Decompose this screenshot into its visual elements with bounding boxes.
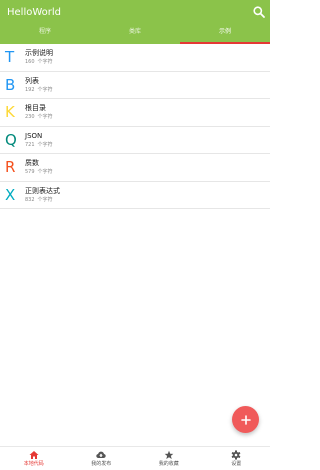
item-letter-avatar: X [5, 185, 16, 204]
tab-libraries[interactable]: 类库 [90, 24, 180, 44]
cloud-upload-icon [96, 451, 106, 458]
plus-icon [240, 414, 251, 425]
nav-label: 我的发布 [91, 461, 112, 467]
nav-label: 设置 [231, 461, 242, 467]
star-icon [164, 450, 174, 459]
item-title: 根目录 [25, 104, 46, 112]
item-title: 质数 [25, 159, 39, 167]
list-item[interactable]: R 质数 579 个字符 [0, 154, 270, 182]
list-item[interactable]: T 示例说明 160 个字符 [0, 44, 270, 72]
item-char-count: 160 个字符 [25, 59, 53, 65]
tab-bar: 程序 类库 示例 [0, 24, 270, 44]
item-title: 列表 [25, 76, 39, 85]
item-title: 正则表达式 [25, 186, 60, 195]
item-letter-avatar: B [5, 75, 16, 94]
item-title: 示例说明 [25, 49, 53, 57]
example-list: T 示例说明 160 个字符 B 列表 192 个字符 K 根目录 230 个字符 Q… [0, 44, 270, 209]
search-button[interactable] [252, 5, 266, 19]
item-char-count: 832 个字符 [25, 196, 53, 203]
list-item[interactable]: K 根目录 230 个字符 [0, 99, 270, 127]
item-letter-avatar: T [5, 48, 15, 66]
bottom-navigation: 本地代码 我的发布 我的收藏 设置 [0, 446, 270, 470]
list-item[interactable]: X 正则表达式 832 个字符 [0, 182, 270, 209]
item-char-count: 721 个字符 [25, 141, 53, 148]
nav-settings[interactable]: 设置 [203, 447, 271, 470]
nav-local-code[interactable]: 本地代码 [0, 447, 68, 470]
add-button[interactable] [232, 406, 259, 433]
search-icon [253, 6, 265, 18]
app-title: HelloWorld [7, 7, 62, 18]
nav-my-favorites[interactable]: 我的收藏 [135, 447, 203, 470]
list-item[interactable]: Q JSON 721 个字符 [0, 127, 270, 154]
item-title: JSON [25, 131, 43, 140]
item-char-count: 579 个字符 [25, 169, 53, 175]
home-icon [29, 451, 39, 459]
item-char-count: 192 个字符 [25, 86, 53, 93]
app-bar: HelloWorld 程序 类库 示例 [0, 0, 270, 44]
item-letter-avatar: Q [5, 130, 17, 149]
tab-examples[interactable]: 示例 [180, 24, 270, 44]
tab-programs[interactable]: 程序 [0, 24, 90, 44]
list-item[interactable]: B 列表 192 个字符 [0, 72, 270, 99]
nav-label: 我的收藏 [158, 461, 179, 467]
gear-icon [231, 450, 241, 460]
nav-my-publications[interactable]: 我的发布 [68, 447, 136, 470]
item-letter-avatar: K [5, 103, 15, 121]
item-letter-avatar: R [5, 158, 16, 176]
nav-label: 本地代码 [23, 461, 44, 467]
item-char-count: 230 个字符 [25, 114, 53, 120]
